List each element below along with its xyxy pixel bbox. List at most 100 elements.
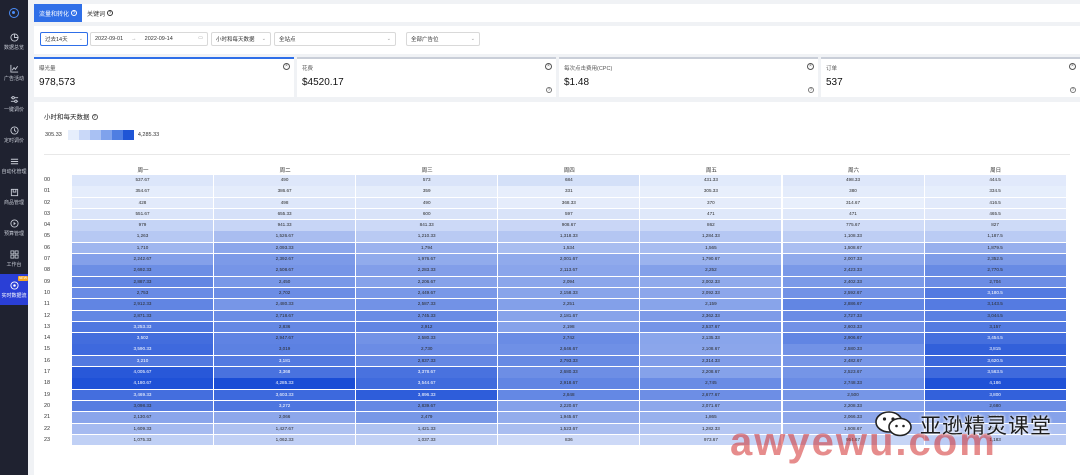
heatmap-cell[interactable]: 2,071.67 [640, 400, 782, 412]
heatmap-cell[interactable]: 2,392.67 [214, 254, 356, 265]
heatmap-cell[interactable]: 368.33 [498, 197, 640, 209]
heatmap-cell[interactable]: 2,742 [498, 333, 640, 344]
logo[interactable] [0, 0, 28, 26]
heatmap-cell[interactable]: 2,108.67 [640, 344, 782, 355]
heatmap-cell[interactable]: 3,603.33 [214, 389, 356, 401]
sidebar-item-realtime[interactable]: NEW 实时数据流 [0, 274, 28, 305]
heatmap-cell[interactable]: 2,352.5 [924, 254, 1066, 265]
heatmap-cell[interactable]: 331 [498, 186, 640, 197]
heatmap-cell[interactable]: 836 [498, 434, 640, 446]
heatmap-cell[interactable]: 2,580.33 [356, 333, 498, 344]
heatmap-cell[interactable]: 370 [640, 197, 782, 209]
heatmap-cell[interactable]: 3,181 [214, 355, 356, 367]
heatmap-cell[interactable]: 2,912 [356, 321, 498, 333]
heatmap-cell[interactable]: 2,592.67 [782, 287, 924, 299]
heatmap-cell[interactable]: 1,508.67 [782, 242, 924, 254]
heatmap-cell[interactable]: 573 [356, 175, 498, 186]
heatmap-cell[interactable]: 1,710 [72, 242, 213, 254]
heatmap-cell[interactable]: 314.67 [782, 197, 924, 209]
heatmap-cell[interactable]: 775.67 [782, 220, 924, 231]
heatmap-cell[interactable]: 2,677.67 [640, 389, 782, 401]
heatmap-cell[interactable]: 2,130.67 [72, 412, 213, 423]
heatmap-cell[interactable]: 2,718.67 [214, 310, 356, 322]
heatmap-cell[interactable]: 2,002.33 [640, 276, 782, 288]
heatmap-cell[interactable]: 3,098.33 [72, 400, 213, 412]
heatmap-cell[interactable]: 2,537.67 [640, 321, 782, 333]
heatmap-cell[interactable]: 2,906.67 [782, 333, 924, 344]
heatmap-cell[interactable]: 2,837.33 [356, 355, 498, 367]
orders-card[interactable]: 订单 537 × ? [821, 57, 1080, 97]
heatmap-cell[interactable]: 416.5 [924, 197, 1066, 209]
heatmap-cell[interactable]: 2,314.33 [640, 355, 782, 367]
heatmap-cell[interactable]: 2,093.33 [214, 242, 356, 254]
heatmap-cell[interactable]: 1,282.33 [640, 423, 782, 435]
date-range-picker[interactable]: 2022-09-01 → 2022-09-14 ▭ [90, 32, 208, 46]
heatmap-cell[interactable]: 3,896.33 [356, 389, 498, 401]
heatmap-cell[interactable]: 1,523.67 [498, 423, 640, 435]
sidebar-item-automation[interactable]: 自动化管理 [0, 150, 28, 181]
heatmap-cell[interactable]: 827 [924, 220, 1066, 231]
heatmap-cell[interactable]: 1,210.33 [356, 231, 498, 242]
heatmap-cell[interactable]: 3,180.5 [924, 287, 1066, 299]
sidebar-item-campaigns[interactable]: 广告活动 [0, 57, 28, 88]
info-icon[interactable]: ? [1070, 87, 1076, 93]
heatmap-cell[interactable]: 490 [356, 197, 498, 209]
heatmap-cell[interactable]: 1,976.67 [356, 254, 498, 265]
heatmap-cell[interactable]: 841.33 [356, 220, 498, 231]
heatmap-cell[interactable]: 1,075.33 [72, 434, 213, 446]
info-icon[interactable]: ? [808, 87, 814, 93]
heatmap-cell[interactable]: 2,793.33 [498, 355, 640, 367]
heatmap-cell[interactable]: 2,745.33 [356, 310, 498, 322]
heatmap-cell[interactable]: 2,680 [924, 400, 1066, 412]
heatmap-cell[interactable]: 2,918.67 [498, 378, 640, 389]
heatmap-cell[interactable]: 4,005.67 [72, 367, 213, 378]
heatmap-cell[interactable]: 444.5 [924, 175, 1066, 186]
heatmap-cell[interactable]: 2,423.33 [782, 265, 924, 276]
tab-keywords[interactable]: 关键词 ? [82, 4, 118, 22]
heatmap-cell[interactable]: 1,879.5 [924, 242, 1066, 254]
heatmap-cell[interactable]: 1,108.33 [782, 231, 924, 242]
heatmap-cell[interactable]: 1,609.33 [72, 423, 213, 435]
heatmap-cell[interactable]: 471 [640, 208, 782, 220]
close-icon[interactable]: × [283, 63, 290, 70]
heatmap-cell[interactable]: 2,753 [72, 287, 213, 299]
heatmap-cell[interactable]: 1,427.67 [214, 423, 356, 435]
heatmap-cell[interactable]: 600 [356, 208, 498, 220]
heatmap-cell[interactable]: 954.67 [782, 434, 924, 446]
heatmap-cell[interactable]: 1,565 [640, 242, 782, 254]
heatmap-cell[interactable]: 2,449.67 [356, 287, 498, 299]
heatmap-cell[interactable]: 1,187.5 [924, 231, 1066, 242]
heatmap-cell[interactable]: 2,702 [214, 287, 356, 299]
heatmap-cell[interactable]: 490 [214, 175, 356, 186]
heatmap-cell[interactable]: 2,283.33 [356, 265, 498, 276]
heatmap-cell[interactable]: 908.67 [498, 220, 640, 231]
heatmap-cell[interactable]: 3,469.33 [72, 389, 213, 401]
heatmap-cell[interactable]: 684 [498, 175, 640, 186]
heatmap-cell[interactable]: 537.67 [72, 175, 213, 186]
heatmap-cell[interactable]: 2,251 [498, 299, 640, 310]
heatmap-cell[interactable]: 2,745 [640, 378, 782, 389]
heatmap-cell[interactable]: 2,242.67 [72, 254, 213, 265]
heatmap-cell[interactable]: 498 [214, 197, 356, 209]
heatmap-cell[interactable]: 2,770.5 [924, 265, 1066, 276]
heatmap-cell[interactable]: 1,794 [356, 242, 498, 254]
heatmap-cell[interactable]: 2,887.33 [72, 276, 213, 288]
heatmap-cell[interactable]: 2,066 [214, 412, 356, 423]
heatmap-cell[interactable]: 1,263 [72, 231, 213, 242]
help-icon[interactable]: ? [71, 10, 78, 16]
sidebar-item-workbench[interactable]: 工作台 [0, 243, 28, 274]
heatmap-cell[interactable]: 2,252 [640, 265, 782, 276]
heatmap-cell[interactable]: 551.67 [72, 208, 213, 220]
heatmap-cell[interactable]: 2,748.33 [782, 378, 924, 389]
heatmap-cell[interactable]: 2,692.33 [72, 265, 213, 276]
heatmap-cell[interactable]: 1,400.5 [924, 423, 1066, 435]
sidebar-item-bid-adjust[interactable]: 一键调价 [0, 88, 28, 119]
heatmap-cell[interactable]: 1,508.67 [782, 423, 924, 435]
heatmap-cell[interactable]: 3,044.5 [924, 310, 1066, 322]
sidebar-item-products[interactable]: 商品管理 [0, 181, 28, 212]
heatmap-cell[interactable]: 380 [782, 186, 924, 197]
heatmap-cell[interactable]: 1,865 [640, 412, 782, 423]
heatmap-cell[interactable]: 2,848 [498, 389, 640, 401]
heatmap-cell[interactable]: 2,947.67 [214, 333, 356, 344]
heatmap-cell[interactable]: 2,204.5 [924, 412, 1066, 423]
